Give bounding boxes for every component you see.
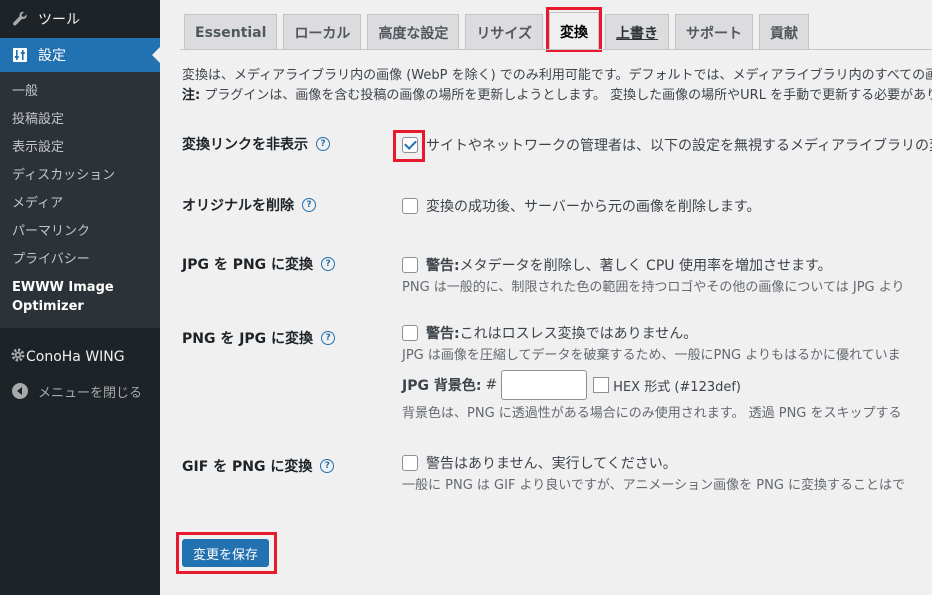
tab-essential-label: Essential: [195, 24, 267, 41]
tab-resize[interactable]: リサイズ: [465, 14, 544, 50]
jpg-to-png-text: メタデータを削除し、著しく CPU 使用率を増加させます。: [459, 258, 832, 274]
submenu-reading[interactable]: 表示設定: [0, 134, 160, 162]
intro-note-prefix: 注:: [182, 88, 201, 103]
submenu-discussion[interactable]: ディスカッション: [0, 162, 160, 190]
hide-links-label: 変換リンクを非表示: [182, 137, 308, 153]
gear-icon: [10, 347, 26, 367]
menu-conoha[interactable]: ConoHa WING: [0, 340, 160, 374]
tab-contribute-label: 貢献: [770, 25, 799, 42]
tab-advanced[interactable]: 高度な設定: [367, 14, 460, 50]
intro-text: 変換は、メディアライブラリ内の画像 (WebP を除く) でのみ利用可能です。デ…: [182, 66, 932, 106]
collapse-menu-button[interactable]: メニューを閉じる: [0, 374, 160, 408]
png-to-jpg-label-wrap: PNG を JPG に変換?: [182, 328, 336, 348]
delete-originals-text: 変換の成功後、サーバーから元の画像を削除します。: [426, 199, 761, 215]
help-icon[interactable]: ?: [321, 257, 336, 271]
settings-tabs: Essential ローカル 高度な設定 リサイズ 変換 上書き サポート 貢献: [184, 7, 815, 52]
submenu-privacy[interactable]: プライバシー: [0, 246, 160, 274]
menu-settings[interactable]: 設定: [0, 38, 160, 72]
jpg-to-png-field: 警告: メタデータを削除し、著しく CPU 使用率を増加させます。 PNG は一…: [402, 254, 904, 300]
submenu-media[interactable]: メディア: [0, 190, 160, 218]
delete-originals-label-wrap: オリジナルを削除?: [182, 195, 316, 215]
admin-sidebar: ツール 設定 一般 投稿設定 表示設定 ディスカッション メディア パーマリンク…: [0, 0, 160, 595]
jpg-to-png-label: JPG を PNG に変換: [182, 257, 314, 273]
collapse-arrow-icon: [12, 383, 28, 399]
gif-to-png-field: 警告はありません、実行してください。 一般に PNG は GIF より良いですが…: [402, 452, 905, 498]
intro-line-2: 注: プラグインは、画像を含む投稿の画像の場所を更新しようとします。 変換した画…: [182, 86, 932, 106]
jpg-to-png-warn: 警告:: [426, 258, 460, 274]
png-to-jpg-field: 警告: これはロスレス変換ではありません。 JPG は画像を圧縮してデータを破棄…: [402, 322, 902, 426]
tab-local-label: ローカル: [294, 25, 351, 42]
jpg-background-label: JPG 背景色:: [402, 378, 482, 394]
tab-contribute[interactable]: 貢献: [759, 14, 810, 50]
color-swatch: [593, 377, 610, 393]
hash-symbol: #: [485, 377, 498, 393]
jpg-background-input[interactable]: [501, 370, 588, 400]
tab-support-label: サポート: [686, 25, 743, 42]
hex-format-hint: HEX 形式 (#123def): [613, 379, 742, 395]
hide-links-checkbox[interactable]: [402, 137, 418, 153]
png-to-jpg-desc-2: 背景色は、PNG に透過性がある場合にのみ使用されます。 透過 PNG をスキッ…: [402, 406, 902, 421]
gif-to-png-label: GIF を PNG に変換: [182, 459, 313, 475]
gif-to-png-desc: 一般に PNG は GIF より良いですが、アニメーション画像を PNG に変換…: [402, 478, 906, 493]
tab-convert[interactable]: 変換: [546, 7, 603, 52]
tabs-divider: [180, 49, 932, 50]
png-to-jpg-checkbox[interactable]: [402, 325, 418, 341]
tab-resize-label: リサイズ: [476, 25, 533, 42]
tab-overrides[interactable]: 上書き: [605, 14, 670, 50]
tab-support[interactable]: サポート: [675, 14, 754, 50]
help-icon[interactable]: ?: [321, 331, 336, 345]
submenu-writing[interactable]: 投稿設定: [0, 106, 160, 134]
gif-to-png-text: 警告はありません、実行してください。: [426, 456, 677, 472]
jpg-to-png-desc: PNG は一般的に、制限された色の範囲を持つロゴやその他の画像については JPG…: [402, 280, 905, 295]
png-to-jpg-warn: 警告:: [426, 326, 460, 342]
menu-conoha-label: ConoHa WING: [26, 349, 125, 365]
submenu-permalinks[interactable]: パーマリンク: [0, 218, 160, 246]
tab-essential[interactable]: Essential: [184, 14, 278, 50]
menu-tools[interactable]: ツール: [0, 0, 160, 38]
menu-settings-label: 設定: [38, 48, 66, 64]
collapse-menu-label: メニューを閉じる: [38, 385, 143, 401]
help-icon[interactable]: ?: [316, 137, 330, 151]
png-to-jpg-text: これはロスレス変換ではありません。: [459, 326, 698, 342]
gif-to-png-checkbox[interactable]: [402, 455, 418, 471]
intro-note-text: プラグインは、画像を含む投稿の画像の場所を更新しようとします。 変換した画像の場…: [200, 88, 932, 103]
gif-to-png-label-wrap: GIF を PNG に変換?: [182, 456, 335, 476]
jpg-to-png-checkbox[interactable]: [402, 257, 418, 273]
tab-local[interactable]: ローカル: [283, 14, 362, 50]
help-icon[interactable]: ?: [302, 198, 316, 212]
tab-overrides-label: 上書き: [616, 25, 659, 42]
hide-links-text: サイトやネットワークの管理者は、以下の設定を無視するメディアライブラリの変: [426, 138, 932, 154]
png-to-jpg-label: PNG を JPG に変換: [182, 331, 314, 347]
submenu-general[interactable]: 一般: [0, 78, 160, 106]
hide-links-label-wrap: 変換リンクを非表示?: [182, 134, 330, 154]
hide-links-field: サイトやネットワークの管理者は、以下の設定を無視するメディアライブラリの変: [402, 134, 932, 156]
main-content: Essential ローカル 高度な設定 リサイズ 変換 上書き サポート 貢献…: [160, 0, 932, 595]
help-icon[interactable]: ?: [320, 459, 335, 473]
tab-advanced-label: 高度な設定: [378, 25, 449, 42]
submenu-ewww[interactable]: EWWW Image Optimizer: [0, 274, 160, 320]
save-changes-button[interactable]: 変更を保存: [182, 539, 270, 567]
delete-originals-field: 変換の成功後、サーバーから元の画像を削除します。: [402, 195, 760, 217]
wrench-icon: [10, 9, 30, 29]
intro-line-1: 変換は、メディアライブラリ内の画像 (WebP を除く) でのみ利用可能です。デ…: [182, 68, 932, 83]
png-to-jpg-desc: JPG は画像を圧縮してデータを破棄するため、一般にPNG よりもはるかに優れて…: [402, 348, 901, 363]
delete-originals-label: オリジナルを削除: [182, 198, 294, 214]
settings-submenu: 一般 投稿設定 表示設定 ディスカッション メディア パーマリンク プライバシー…: [0, 72, 160, 328]
jpg-to-png-label-wrap: JPG を PNG に変換?: [182, 254, 336, 274]
menu-tools-label: ツール: [38, 12, 80, 28]
delete-originals-checkbox[interactable]: [402, 198, 418, 214]
settings-sliders-icon: [10, 45, 30, 65]
tab-convert-label: 変換: [560, 24, 589, 41]
